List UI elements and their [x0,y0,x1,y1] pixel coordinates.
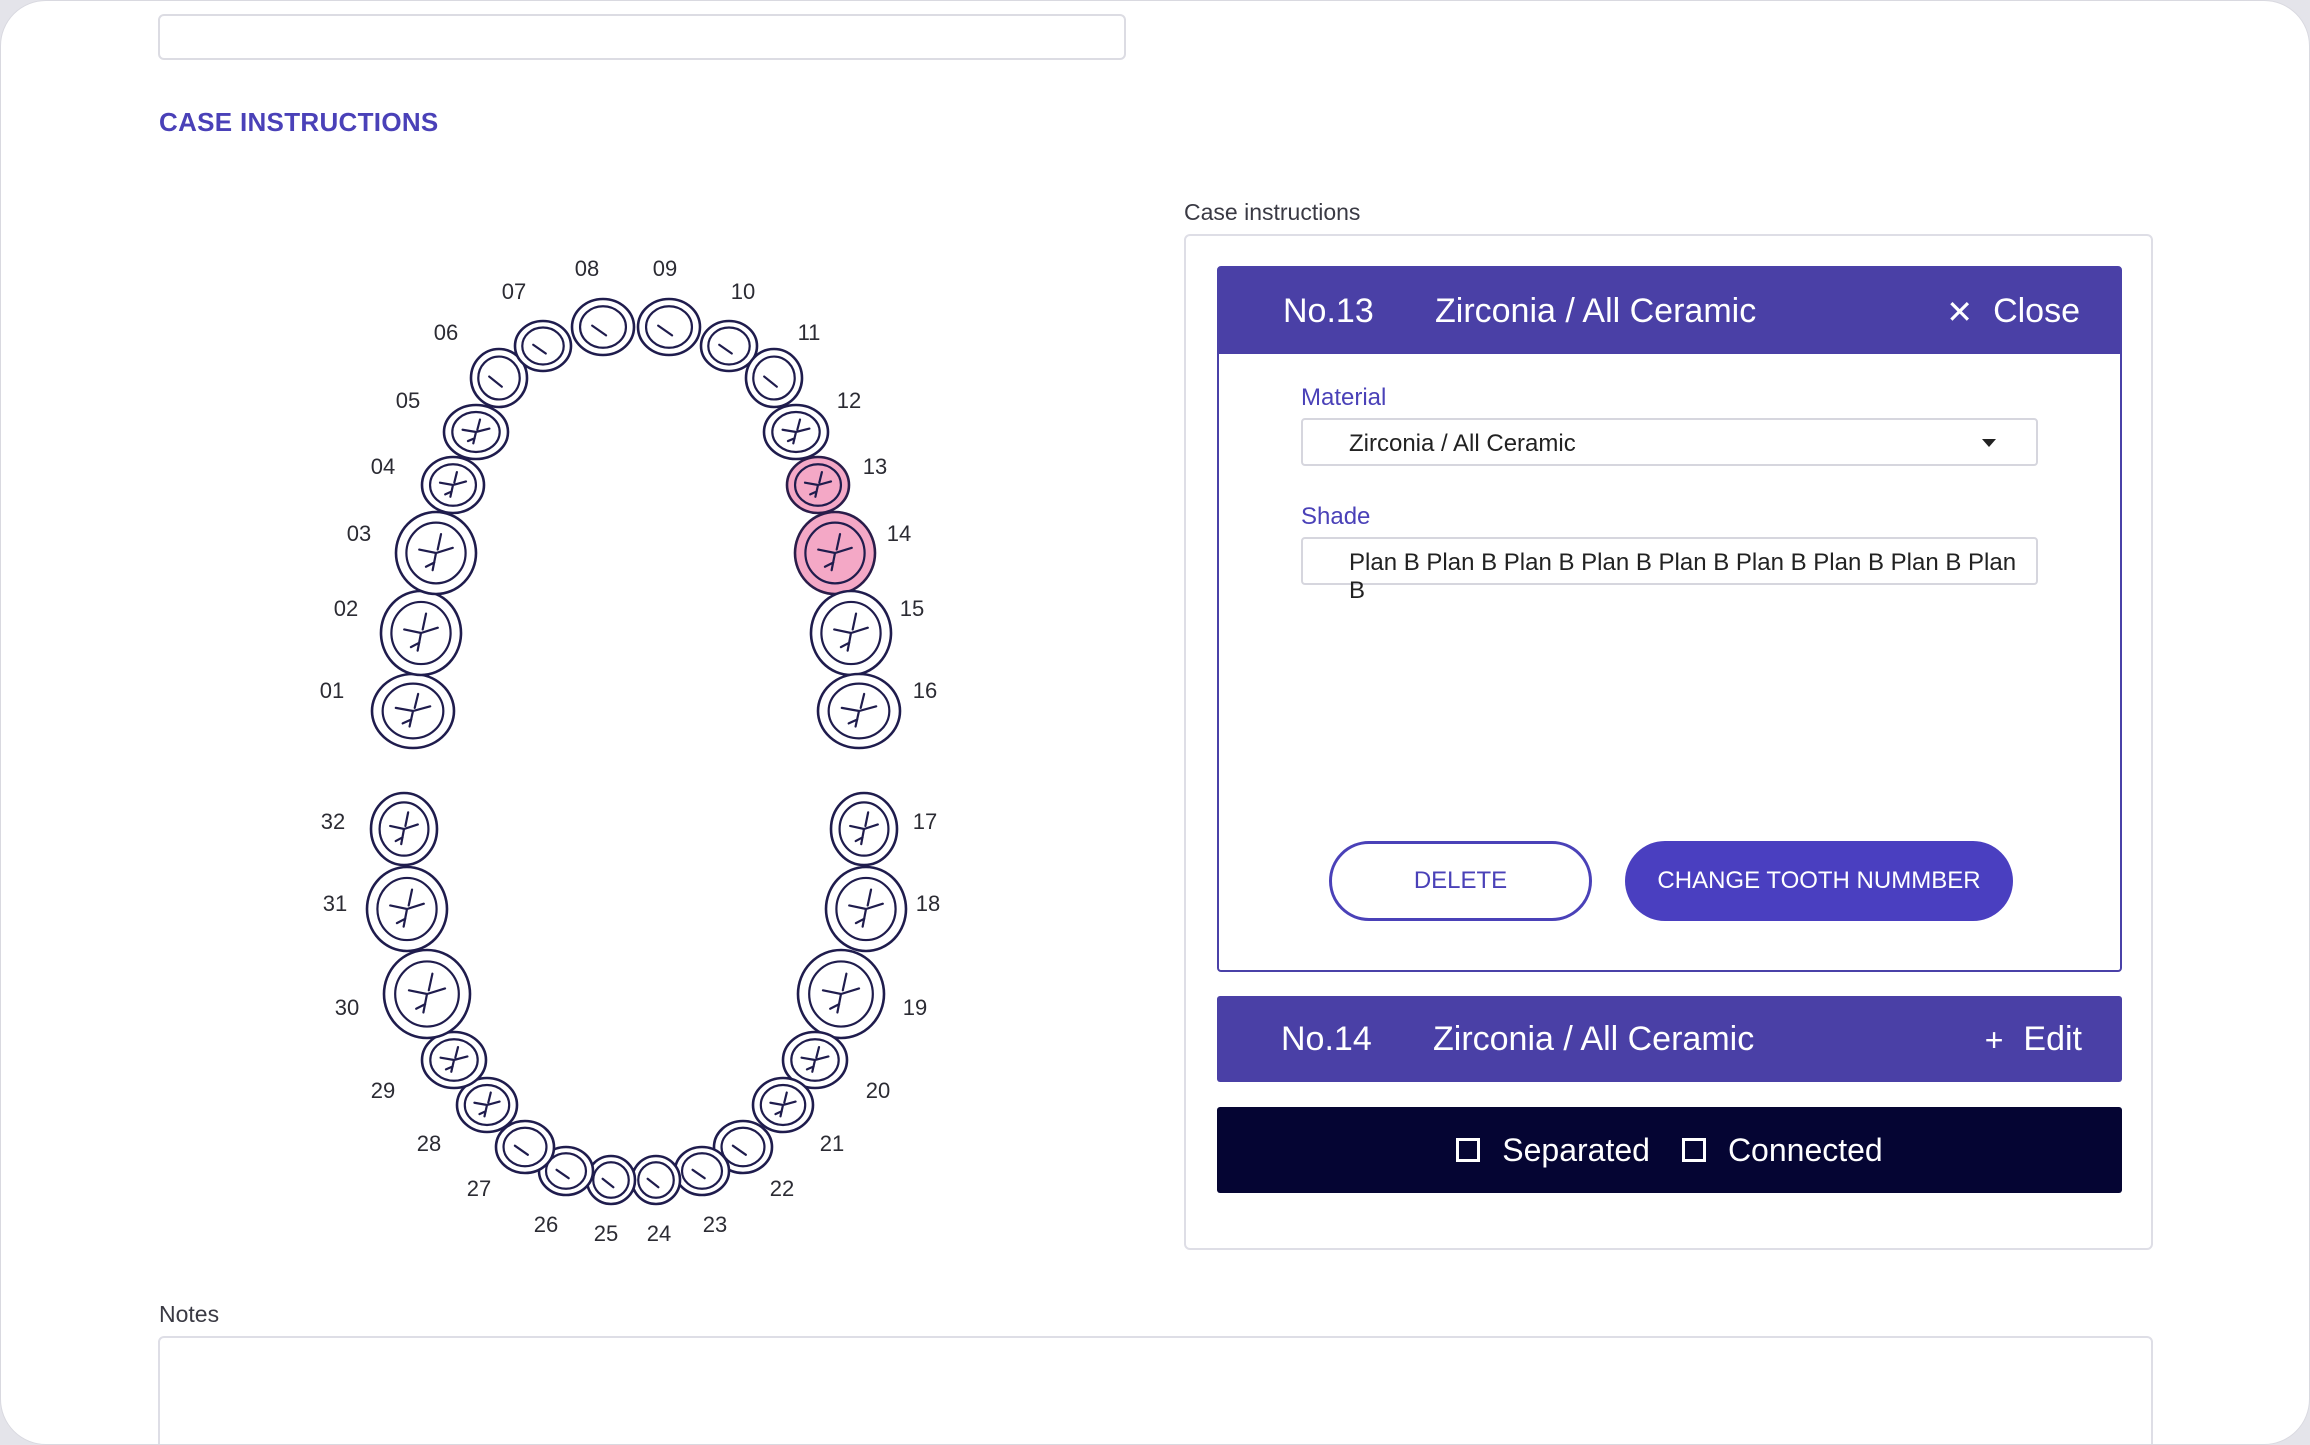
tooth-04[interactable] [420,455,486,515]
connected-option[interactable]: Connected [1681,1131,1883,1169]
tooth-outline [636,297,702,357]
connected-label: Connected [1727,1131,1883,1168]
close-label: Close [1993,292,2080,330]
tooth-05[interactable] [442,403,510,461]
tooth-number-label: 28 [417,1131,441,1156]
tooth-number-label: 21 [820,1131,844,1156]
shade-field-value: Plan B Plan B Plan B Plan B Plan B Plan … [1349,549,2017,604]
tooth-number-label: 06 [434,320,458,345]
connected-checkbox[interactable] [1681,1138,1706,1162]
tooth-29[interactable] [420,1030,488,1090]
tooth-number-label: 26 [534,1212,558,1237]
tooth-03[interactable] [394,510,478,596]
tooth-number-label: 29 [371,1078,395,1103]
tooth-24[interactable] [630,1154,682,1206]
top-text-field[interactable] [158,14,1126,60]
tooth-14[interactable] [793,510,877,596]
tooth-number-label: 03 [347,521,371,546]
tooth-02[interactable] [379,589,463,677]
edit-button[interactable]: + Edit [1985,1020,2082,1059]
tooth-number-label: 11 [798,320,821,345]
tooth-number: No.14 [1281,1020,1372,1058]
tooth-17[interactable] [829,791,899,867]
tooth-21[interactable] [751,1076,815,1134]
close-icon: ✕ [1946,293,1974,330]
tooth-number-label: 23 [703,1212,727,1237]
tooth-12[interactable] [762,403,830,461]
tooth-number-label: 18 [916,891,940,916]
tooth-number-label: 32 [321,809,345,834]
tooth-18[interactable] [824,865,908,953]
separated-checkbox[interactable] [1456,1138,1481,1162]
tooth-number-label: 30 [335,995,359,1020]
tooth-25[interactable] [585,1154,637,1206]
tooth-number-label: 25 [594,1221,618,1246]
tooth-number-label: 10 [731,279,755,304]
tooth-number-label: 04 [371,454,395,479]
tooth-outline [570,297,636,357]
tooth-outline [744,347,804,409]
tooth-23[interactable] [673,1145,731,1197]
tooth-number-label: 17 [913,809,937,834]
tooth-chart-svg: 01 02 03 04 05 06 07 08 09 10 11 12 13 14 15 16 17 18 19 20… [320,256,940,1246]
tooth-number-label: 19 [903,995,927,1020]
tooth-30[interactable] [382,948,472,1040]
plus-icon: + [1984,1021,2004,1058]
material-select[interactable]: Zirconia / All Ceramic [1301,418,2038,466]
tooth-27[interactable] [494,1119,556,1175]
tooth-11[interactable] [744,347,804,409]
change-tooth-number-button[interactable]: CHANGE TOOTH NUMMBER [1625,841,2013,921]
tooth-card-active: No.13 Zirconia / All Ceramic ✕ Close Mat… [1217,266,2122,972]
material-select-value: Zirconia / All Ceramic [1349,430,1576,457]
separated-option[interactable]: Separated [1456,1132,1650,1169]
tooth-09[interactable] [636,297,702,357]
close-button[interactable]: ✕ Close [1946,292,2080,331]
section-title: CASE INSTRUCTIONS [159,107,439,137]
delete-button[interactable]: DELETE [1329,841,1592,921]
tooth-number: No.13 [1283,292,1374,330]
tooth-number-label: 07 [502,279,526,304]
tooth-01[interactable] [370,672,456,750]
tooth-16[interactable] [816,672,902,750]
tooth-number-label: 15 [900,596,924,621]
tooth-32[interactable] [369,791,439,867]
tooth-number-label: 14 [887,521,911,546]
tooth-07[interactable] [513,319,573,373]
connection-options-bar: Separated Connected [1217,1107,2122,1193]
notes-textarea[interactable] [158,1336,2153,1444]
tooth-number-label: 24 [647,1221,671,1246]
notes-label: Notes [159,1301,220,1327]
page-frame: CASE INSTRUCTIONS 01 02 03 04 05 06 07 08 09 10 11… [0,0,2310,1445]
tooth-number-label: 22 [770,1176,794,1201]
tooth-08[interactable] [570,297,636,357]
tooth-13[interactable] [785,455,851,515]
edit-label: Edit [2023,1020,2082,1058]
tooth-31[interactable] [365,865,449,953]
tooth-number-label: 01 [320,678,344,703]
tooth-number-label: 12 [837,388,861,413]
tooth-number-label: 20 [866,1078,890,1103]
separated-label: Separated [1502,1131,1650,1168]
shade-field[interactable]: Plan B Plan B Plan B Plan B Plan B Plan … [1301,537,2038,604]
tooth-card-collapsed[interactable]: No.14 Zirconia / All Ceramic + Edit [1217,996,2122,1082]
tooth-number-label: 05 [396,388,420,413]
case-instructions-label: Case instructions [1184,199,1361,225]
tooth-number-label: 16 [913,678,937,703]
tooth-chart: 01 02 03 04 05 06 07 08 09 10 11 12 13 14 15 16 17 18 19 20… [291,241,981,1261]
tooth-19[interactable] [796,948,886,1040]
tooth-15[interactable] [809,589,893,677]
tooth-number-label: 31 [323,891,347,916]
tooth-number-label: 27 [467,1176,491,1201]
tooth-number-label: 09 [653,256,677,281]
material-label: Material [1301,384,1387,411]
caret-down-icon [1982,439,1996,447]
tooth-number-label: 02 [334,596,358,621]
shade-label: Shade [1301,503,1371,530]
tooth-number-label: 08 [575,256,599,281]
tooth-card-header: No.13 Zirconia / All Ceramic ✕ Close [1219,268,2120,354]
tooth-material-title: Zirconia / All Ceramic [1435,292,1757,330]
tooth-number-label: 13 [863,454,887,479]
tooth-material-title: Zirconia / All Ceramic [1433,1020,1755,1058]
